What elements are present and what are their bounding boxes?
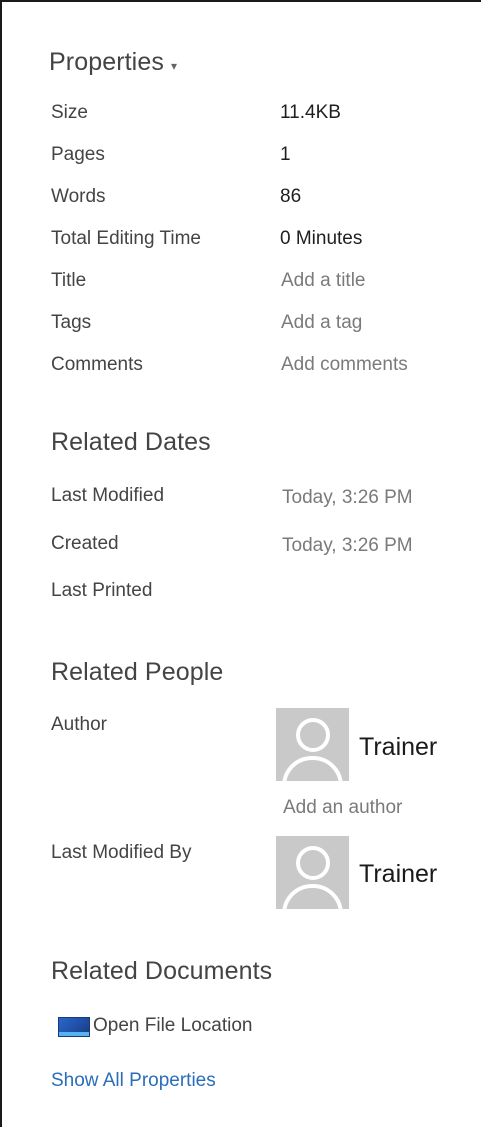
title-field[interactable]: Add a title (281, 270, 366, 292)
chevron-down-icon[interactable]: ▾ (171, 59, 177, 73)
author-name[interactable]: Trainer (359, 733, 437, 762)
date-label-created: Created (51, 533, 119, 554)
add-author-link[interactable]: Add an author (283, 797, 402, 819)
author-label: Author (51, 714, 107, 735)
last-modified-by-label: Last Modified By (51, 842, 192, 863)
tags-field[interactable]: Add a tag (281, 312, 362, 334)
date-value-created: Today, 3:26 PM (282, 535, 413, 556)
property-label-title: Title (51, 270, 87, 291)
related-people-heading: Related People (51, 658, 224, 686)
person-placeholder-icon[interactable] (276, 708, 349, 781)
properties-heading[interactable]: Properties ▾ (49, 48, 177, 77)
date-value-last-modified: Today, 3:26 PM (282, 487, 413, 508)
property-label-size: Size (51, 102, 88, 123)
property-value-size: 11.4KB (280, 102, 341, 123)
property-value-words: 86 (280, 186, 302, 207)
folder-location-icon (58, 1017, 90, 1037)
comments-field[interactable]: Add comments (281, 354, 408, 376)
avatar-head-shape (296, 718, 330, 752)
property-label-tags: Tags (51, 312, 92, 333)
open-file-location-link[interactable]: Open File Location (54, 1015, 294, 1041)
related-dates-heading: Related Dates (51, 428, 211, 456)
avatar-shoulders-shape (282, 756, 343, 781)
date-label-last-modified: Last Modified (51, 485, 165, 506)
person-placeholder-icon[interactable] (276, 836, 349, 909)
last-modified-by-name[interactable]: Trainer (359, 860, 437, 889)
property-label-words: Words (51, 186, 106, 207)
properties-heading-label: Properties (49, 48, 164, 76)
open-file-location-label: Open File Location (93, 1015, 253, 1036)
property-label-comments: Comments (51, 354, 143, 375)
avatar-head-shape (296, 846, 330, 880)
document-properties-panel: Properties ▾ Size 11.4KB Pages 1 Words 8… (0, 0, 481, 1127)
related-documents-heading: Related Documents (51, 957, 273, 985)
property-value-total-editing-time: 0 Minutes (280, 228, 363, 249)
avatar-shoulders-shape (282, 884, 343, 909)
show-all-properties-link[interactable]: Show All Properties (51, 1070, 216, 1092)
property-label-total-editing-time: Total Editing Time (51, 228, 201, 249)
property-label-pages: Pages (51, 144, 105, 165)
date-label-last-printed: Last Printed (51, 580, 153, 601)
property-value-pages: 1 (280, 144, 291, 165)
